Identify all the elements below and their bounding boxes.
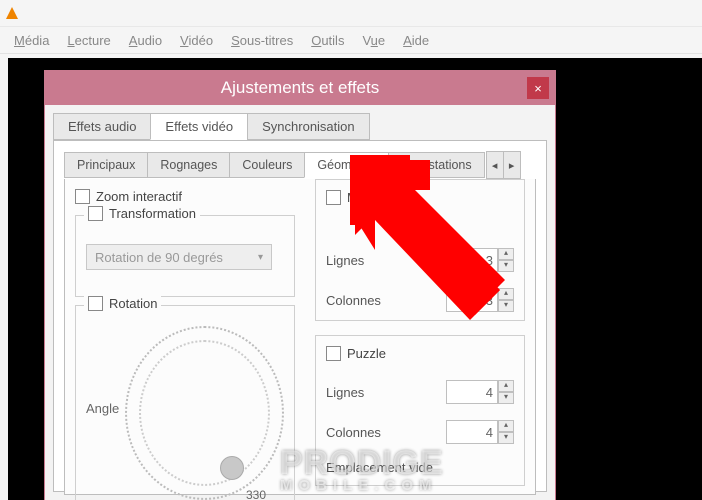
dialog-title-text: Ajustements et effets bbox=[221, 78, 379, 98]
transformation-combo-value: Rotation de 90 degrés bbox=[95, 250, 223, 265]
app-titlebar bbox=[0, 0, 702, 27]
watermark: PRODIGE MOBILE.COM bbox=[280, 444, 444, 494]
checkbox-icon bbox=[75, 189, 90, 204]
colonnes-input[interactable] bbox=[446, 288, 498, 312]
menu-aide[interactable]: Aide bbox=[403, 33, 429, 48]
angle-label: Angle bbox=[86, 401, 119, 416]
rotation-knob-icon bbox=[220, 456, 244, 480]
transformation-checkbox[interactable]: Transformation bbox=[88, 206, 196, 221]
lignes-label: Lignes bbox=[326, 253, 364, 268]
transformation-label: Transformation bbox=[109, 206, 196, 221]
spin-up-icon[interactable]: ▴ bbox=[498, 248, 514, 260]
menubar: Média Lecture Audio Vidéo Sous-titres Ou… bbox=[0, 27, 702, 54]
zoom-interactif-label: Zoom interactif bbox=[96, 189, 182, 204]
spin-up-icon[interactable]: ▴ bbox=[498, 288, 514, 300]
tab-effets-video[interactable]: Effets vidéo bbox=[150, 113, 248, 140]
puzzle-colonnes-label: Colonnes bbox=[326, 425, 381, 440]
puzzle-label: Puzzle bbox=[347, 346, 386, 361]
tab-effets-audio[interactable]: Effets audio bbox=[53, 113, 151, 140]
lignes-spinner[interactable]: ▴▾ bbox=[446, 248, 514, 272]
angle-value: 330 bbox=[246, 488, 266, 500]
subtab-scroll-right[interactable]: ▸ bbox=[503, 151, 521, 179]
menu-vue[interactable]: Vue bbox=[362, 33, 385, 48]
mur-label: Mur d'… bbox=[347, 190, 396, 205]
subtab-couleurs[interactable]: Couleurs bbox=[229, 152, 305, 178]
checkbox-icon bbox=[326, 346, 341, 361]
dialog-title: Ajustements et effets × bbox=[45, 71, 555, 105]
close-button[interactable]: × bbox=[527, 77, 549, 99]
colonnes-spinner[interactable]: ▴▾ bbox=[446, 288, 514, 312]
puzzle-colonnes-spinner[interactable]: ▴▾ bbox=[446, 420, 514, 444]
chevron-down-icon: ▾ bbox=[258, 252, 263, 263]
menu-video[interactable]: Vidéo bbox=[180, 33, 213, 48]
puzzle-colonnes-input[interactable] bbox=[446, 420, 498, 444]
watermark-line2: MOBILE.COM bbox=[280, 477, 444, 494]
tab-synchronisation[interactable]: Synchronisation bbox=[247, 113, 370, 140]
vlc-cone-icon bbox=[6, 7, 18, 19]
checkbox-icon bbox=[88, 296, 103, 311]
menu-lecture[interactable]: Lecture bbox=[67, 33, 110, 48]
spin-up-icon[interactable]: ▴ bbox=[498, 420, 514, 432]
menu-media[interactable]: Média bbox=[14, 33, 49, 48]
effets-video-panel: Principaux Rognages Couleurs Géométrie I… bbox=[53, 140, 547, 492]
main-tabs: Effets audio Effets vidéo Synchronisatio… bbox=[53, 113, 547, 140]
spin-down-icon[interactable]: ▾ bbox=[498, 432, 514, 444]
puzzle-lignes-input[interactable] bbox=[446, 380, 498, 404]
mur-checkbox[interactable]: Mur d'… bbox=[326, 190, 396, 205]
puzzle-checkbox[interactable]: Puzzle bbox=[326, 346, 386, 361]
spin-down-icon[interactable]: ▾ bbox=[498, 300, 514, 312]
rotation-dial[interactable]: 330 bbox=[125, 326, 284, 500]
menu-outils[interactable]: Outils bbox=[311, 33, 344, 48]
subtab-scroll-left[interactable]: ◂ bbox=[486, 151, 504, 179]
subtab-geometrie[interactable]: Géométrie bbox=[304, 152, 388, 178]
adjustments-dialog: Ajustements et effets × Effets audio Eff… bbox=[44, 70, 556, 500]
spin-down-icon[interactable]: ▾ bbox=[498, 260, 514, 272]
mur-group: Mur d'… Lignes ▴▾ Colonnes bbox=[315, 179, 525, 321]
spin-down-icon[interactable]: ▾ bbox=[498, 392, 514, 404]
transformation-group: Transformation Rotation de 90 degrés ▾ bbox=[75, 215, 295, 297]
subtab-incrustations[interactable]: Incrustations bbox=[388, 152, 485, 178]
spin-up-icon[interactable]: ▴ bbox=[498, 380, 514, 392]
menu-audio[interactable]: Audio bbox=[129, 33, 162, 48]
colonnes-label: Colonnes bbox=[326, 293, 381, 308]
menu-soustitres[interactable]: Sous-titres bbox=[231, 33, 293, 48]
rotation-label: Rotation bbox=[109, 296, 157, 311]
sub-tabs: Principaux Rognages Couleurs Géométrie I… bbox=[64, 151, 536, 179]
subtab-rognages[interactable]: Rognages bbox=[147, 152, 230, 178]
checkbox-icon bbox=[326, 190, 341, 205]
transformation-combo[interactable]: Rotation de 90 degrés ▾ bbox=[86, 244, 272, 270]
zoom-interactif-checkbox[interactable]: Zoom interactif bbox=[75, 189, 182, 204]
puzzle-lignes-spinner[interactable]: ▴▾ bbox=[446, 380, 514, 404]
rotation-checkbox[interactable]: Rotation bbox=[88, 296, 157, 311]
puzzle-lignes-label: Lignes bbox=[326, 385, 364, 400]
checkbox-icon bbox=[88, 206, 103, 221]
subtab-principaux[interactable]: Principaux bbox=[64, 152, 148, 178]
rotation-group: Rotation Angle 330 bbox=[75, 305, 295, 500]
lignes-input[interactable] bbox=[446, 248, 498, 272]
